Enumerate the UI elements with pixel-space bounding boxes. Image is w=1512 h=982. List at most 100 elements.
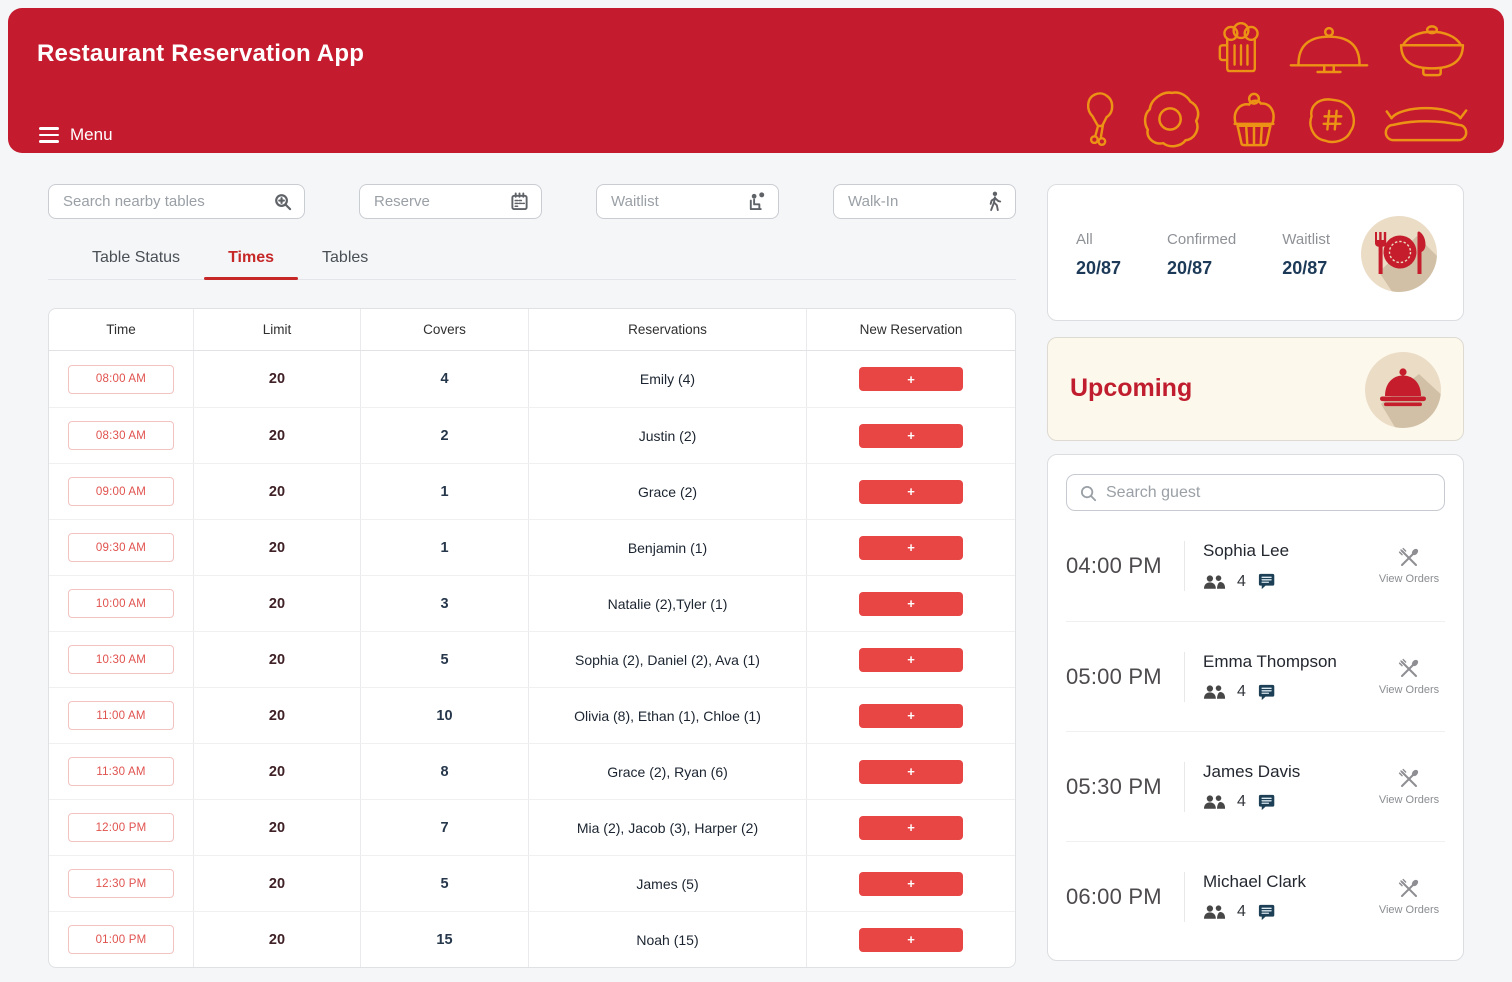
tab-tables[interactable]: Tables xyxy=(298,240,392,279)
view-orders-button[interactable]: View Orders xyxy=(1373,547,1445,585)
party-size-icon xyxy=(1203,794,1226,810)
time-slot-button[interactable]: 11:30 AM xyxy=(68,757,174,786)
time-slot-button[interactable]: 10:00 AM xyxy=(68,589,174,618)
walkin-input[interactable] xyxy=(848,193,977,210)
chat-icon[interactable] xyxy=(1257,903,1276,922)
table-row: 11:00 AM 20 10 Olivia (8), Ethan (1), Ch… xyxy=(49,687,1015,743)
fried-egg-icon xyxy=(1142,89,1202,154)
times-table: Time Limit Covers Reservations New Reser… xyxy=(48,308,1016,968)
page-title: Restaurant Reservation App xyxy=(37,38,377,69)
time-slot-button[interactable]: 09:00 AM xyxy=(68,477,174,506)
table-row: 09:00 AM 20 1 Grace (2) + xyxy=(49,463,1015,519)
guest-time: 06:00 PM xyxy=(1066,884,1184,910)
cupcake-icon xyxy=(1226,91,1282,154)
waitlist-field[interactable] xyxy=(596,184,779,219)
chat-icon[interactable] xyxy=(1257,572,1276,591)
steak-icon xyxy=(1306,93,1358,154)
party-size: 4 xyxy=(1237,573,1246,591)
guest-list-item: 05:00 PM Emma Thompson 4 xyxy=(1066,621,1445,731)
waitlist-seat-icon xyxy=(747,191,766,212)
tab-times[interactable]: Times xyxy=(204,240,298,279)
view-orders-button[interactable]: View Orders xyxy=(1373,658,1445,696)
waitlist-input[interactable] xyxy=(611,193,739,210)
reserve-input[interactable] xyxy=(374,193,502,210)
party-size-icon xyxy=(1203,904,1226,920)
time-slot-button[interactable]: 08:00 AM xyxy=(68,365,174,394)
view-orders-button[interactable]: View Orders xyxy=(1373,878,1445,916)
crossed-utensils-icon xyxy=(1398,878,1420,900)
add-reservation-button[interactable]: + xyxy=(859,872,963,896)
guest-time: 05:00 PM xyxy=(1066,664,1184,690)
guest-search-input[interactable] xyxy=(1106,484,1432,502)
add-reservation-button[interactable]: + xyxy=(859,760,963,784)
search-icon xyxy=(1079,484,1097,502)
upcoming-card: Upcoming xyxy=(1047,337,1464,441)
guest-name: Emma Thompson xyxy=(1203,652,1373,672)
col-header-covers: Covers xyxy=(361,309,529,350)
table-row: 12:30 PM 20 5 James (5) + xyxy=(49,855,1015,911)
menu-button[interactable]: Menu xyxy=(39,125,113,145)
tureen-icon xyxy=(1394,24,1470,83)
time-slot-button[interactable]: 11:00 AM xyxy=(68,701,174,730)
add-reservation-button[interactable]: + xyxy=(859,704,963,728)
search-tables-input[interactable] xyxy=(63,193,265,210)
time-slot-button[interactable]: 10:30 AM xyxy=(68,645,174,674)
party-size-icon xyxy=(1203,574,1226,590)
tab-table-status[interactable]: Table Status xyxy=(68,240,204,279)
time-slot-button[interactable]: 12:30 PM xyxy=(68,869,174,898)
col-header-limit: Limit xyxy=(194,309,361,350)
header-food-icons xyxy=(1082,20,1470,154)
stat-all: All 20/87 xyxy=(1076,231,1121,279)
guest-list-item: 05:30 PM James Davis 4 xyxy=(1066,731,1445,841)
chat-icon[interactable] xyxy=(1257,683,1276,702)
time-slot-button[interactable]: 08:30 AM xyxy=(68,421,174,450)
menu-label: Menu xyxy=(70,125,113,145)
guest-name: Michael Clark xyxy=(1203,872,1373,892)
party-size-icon xyxy=(1203,684,1226,700)
reservation-stats-card: All 20/87 Confirmed 20/87 Waitlist 20/87 xyxy=(1047,184,1464,321)
sausages-icon xyxy=(1382,95,1470,154)
stat-waitlist: Waitlist 20/87 xyxy=(1282,231,1330,279)
reserve-field[interactable] xyxy=(359,184,542,219)
chicken-leg-icon xyxy=(1082,91,1118,154)
party-size: 4 xyxy=(1237,683,1246,701)
upcoming-guest-list-card: 04:00 PM Sophia Lee 4 xyxy=(1047,454,1464,961)
crossed-utensils-icon xyxy=(1398,658,1420,680)
chat-icon[interactable] xyxy=(1257,793,1276,812)
guest-search-field[interactable] xyxy=(1066,474,1445,511)
guest-list-item: 04:00 PM Sophia Lee 4 xyxy=(1066,511,1445,621)
stat-confirmed: Confirmed 20/87 xyxy=(1167,231,1236,279)
time-slot-button[interactable]: 12:00 PM xyxy=(68,813,174,842)
add-reservation-button[interactable]: + xyxy=(859,424,963,448)
col-header-new-reservation: New Reservation xyxy=(807,309,1015,350)
add-reservation-button[interactable]: + xyxy=(859,480,963,504)
guest-name: Sophia Lee xyxy=(1203,541,1373,561)
add-reservation-button[interactable]: + xyxy=(859,648,963,672)
plate-fork-knife-icon xyxy=(1361,216,1437,297)
app-header: Restaurant Reservation App Menu xyxy=(8,8,1504,153)
table-row: 12:00 PM 20 7 Mia (2), Jacob (3), Harper… xyxy=(49,799,1015,855)
table-row: 10:30 AM 20 5 Sophia (2), Daniel (2), Av… xyxy=(49,631,1015,687)
table-row: 10:00 AM 20 3 Natalie (2),Tyler (1) + xyxy=(49,575,1015,631)
add-reservation-button[interactable]: + xyxy=(859,816,963,840)
add-reservation-button[interactable]: + xyxy=(859,536,963,560)
hamburger-icon xyxy=(39,127,59,143)
search-tables-field[interactable] xyxy=(48,184,305,219)
walkin-field[interactable] xyxy=(833,184,1016,219)
crossed-utensils-icon xyxy=(1398,547,1420,569)
time-slot-button[interactable]: 01:00 PM xyxy=(68,925,174,954)
beer-mug-icon xyxy=(1218,20,1264,83)
crossed-utensils-icon xyxy=(1398,768,1420,790)
zoom-search-icon xyxy=(273,192,292,211)
guest-name: James Davis xyxy=(1203,762,1373,782)
party-size: 4 xyxy=(1237,903,1246,921)
col-header-reservations: Reservations xyxy=(529,309,807,350)
time-slot-button[interactable]: 09:30 AM xyxy=(68,533,174,562)
add-reservation-button[interactable]: + xyxy=(859,367,963,391)
walking-person-icon xyxy=(985,191,1003,212)
add-reservation-button[interactable]: + xyxy=(859,592,963,616)
add-reservation-button[interactable]: + xyxy=(859,928,963,952)
guest-list-item: 06:00 PM Michael Clark 4 xyxy=(1066,841,1445,951)
table-row: 08:30 AM 20 2 Justin (2) + xyxy=(49,407,1015,463)
view-orders-button[interactable]: View Orders xyxy=(1373,768,1445,806)
